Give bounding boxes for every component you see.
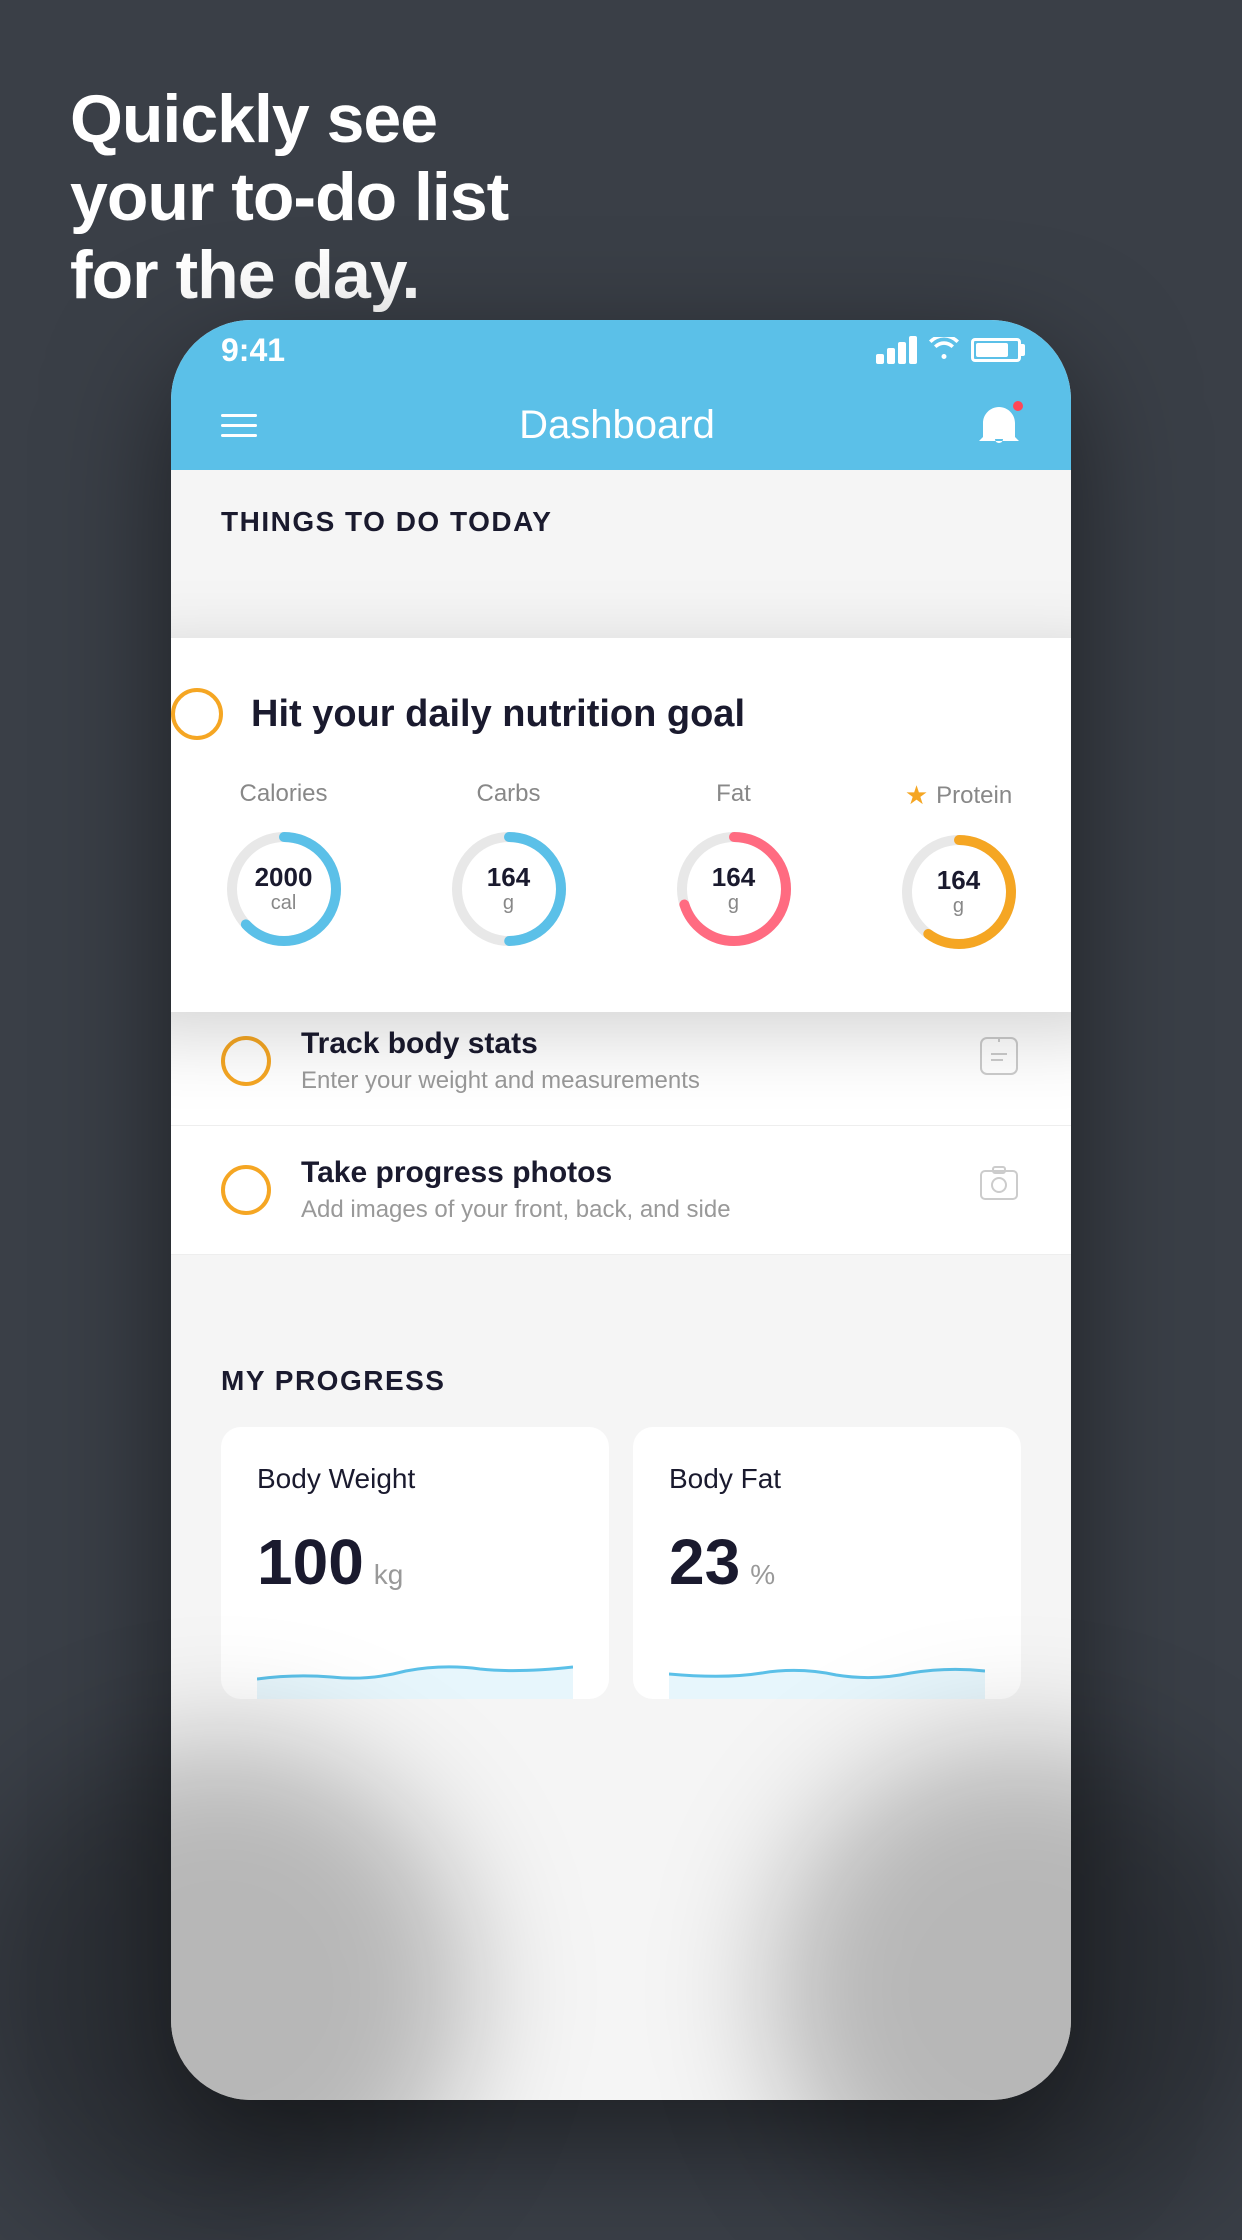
- calories-donut: 2000 cal: [219, 824, 349, 954]
- hero-line1: Quickly see: [70, 80, 508, 158]
- body-fat-unit: %: [750, 1559, 775, 1591]
- body-fat-title: Body Fat: [669, 1463, 985, 1495]
- fat-donut: 164 g: [669, 824, 799, 954]
- card-title-row: Hit your daily nutrition goal: [171, 688, 1071, 740]
- photo-icon: [977, 1163, 1021, 1217]
- carbs-label: Carbs: [476, 780, 540, 808]
- nav-bar: Dashboard: [171, 380, 1071, 470]
- calories-label: Calories: [239, 780, 327, 808]
- carbs-donut: 164 g: [444, 824, 574, 954]
- task-circle-bodystats: [221, 1036, 271, 1086]
- nutrition-calories: Calories 2000 cal: [219, 780, 349, 954]
- star-icon: ★: [905, 780, 928, 811]
- battery-icon: [971, 338, 1021, 362]
- hero-text: Quickly see your to-do list for the day.: [70, 80, 508, 315]
- hamburger-line: [221, 434, 257, 437]
- task-name-photos: Take progress photos: [301, 1156, 947, 1190]
- task-item-bodystats[interactable]: Track body stats Enter your weight and m…: [171, 997, 1071, 1126]
- progress-cards: Body Weight 100 kg: [221, 1427, 1021, 1699]
- task-desc-photos: Add images of your front, back, and side: [301, 1196, 947, 1224]
- nutrition-protein: ★ Protein 164 g: [894, 780, 1024, 957]
- task-circle-photos: [221, 1165, 271, 1215]
- task-desc-bodystats: Enter your weight and measurements: [301, 1067, 947, 1095]
- nav-title: Dashboard: [519, 403, 715, 448]
- notification-dot: [1011, 399, 1025, 413]
- wifi-icon: [929, 335, 959, 366]
- progress-section: MY PROGRESS Body Weight 100 kg: [171, 1315, 1071, 1699]
- hamburger-line: [221, 424, 257, 427]
- nutrition-fat: Fat 164 g: [669, 780, 799, 954]
- carbs-value: 164 g: [487, 863, 530, 915]
- progress-card-weight[interactable]: Body Weight 100 kg: [221, 1427, 609, 1699]
- progress-card-bodyfat[interactable]: Body Fat 23 %: [633, 1427, 1021, 1699]
- status-time: 9:41: [221, 332, 285, 369]
- protein-donut: 164 g: [894, 827, 1024, 957]
- body-weight-unit: kg: [374, 1559, 404, 1591]
- task-item-photos[interactable]: Take progress photos Add images of your …: [171, 1126, 1071, 1255]
- fat-value: 164 g: [712, 863, 755, 915]
- nutrition-carbs: Carbs 164 g: [444, 780, 574, 954]
- section-header: THINGS TO DO TODAY: [171, 470, 1071, 558]
- task-name-bodystats: Track body stats: [301, 1027, 947, 1061]
- protein-label: ★ Protein: [905, 780, 1012, 811]
- hamburger-menu[interactable]: [221, 414, 257, 437]
- calories-value: 2000 cal: [255, 863, 313, 915]
- body-weight-value-row: 100 kg: [257, 1525, 573, 1599]
- things-today-title: THINGS TO DO TODAY: [221, 506, 552, 537]
- hero-line3: for the day.: [70, 236, 508, 314]
- hero-line2: your to-do list: [70, 158, 508, 236]
- nutrition-card: Hit your daily nutrition goal Calories: [171, 638, 1071, 1012]
- nutrition-circles: Calories 2000 cal: [171, 780, 1071, 957]
- fat-label: Fat: [716, 780, 751, 808]
- signal-bars-icon: [876, 336, 917, 364]
- status-icons: [876, 335, 1021, 366]
- body-weight-title: Body Weight: [257, 1463, 573, 1495]
- status-bar: 9:41: [171, 320, 1071, 380]
- body-fat-value-row: 23 %: [669, 1525, 985, 1599]
- spacer: [171, 1255, 1071, 1315]
- bg-shadow-right: [771, 1740, 1242, 2240]
- body-weight-chart: [257, 1629, 573, 1699]
- bell-icon[interactable]: [977, 403, 1021, 447]
- body-fat-value: 23: [669, 1525, 740, 1599]
- hamburger-line: [221, 414, 257, 417]
- task-radio-nutrition[interactable]: [171, 688, 223, 740]
- phone-wrapper: 9:41: [171, 320, 1071, 2140]
- body-fat-chart: [669, 1629, 985, 1699]
- protein-value: 164 g: [937, 866, 980, 918]
- body-weight-value: 100: [257, 1525, 364, 1599]
- card-title: Hit your daily nutrition goal: [251, 693, 745, 736]
- task-text-photos: Take progress photos Add images of your …: [301, 1156, 947, 1224]
- progress-title: MY PROGRESS: [221, 1365, 1021, 1397]
- task-text-bodystats: Track body stats Enter your weight and m…: [301, 1027, 947, 1095]
- scale-icon: [977, 1034, 1021, 1088]
